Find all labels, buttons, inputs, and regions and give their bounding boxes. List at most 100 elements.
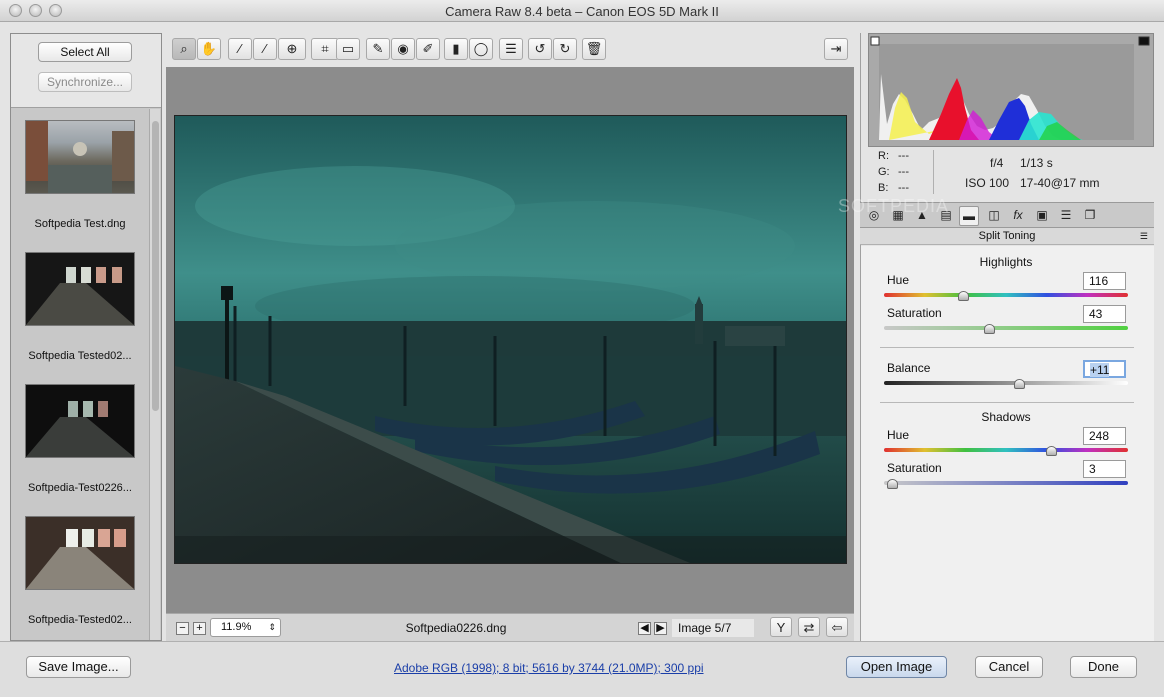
shadows-hue-slider-thumb[interactable]: [1046, 446, 1057, 456]
balance-slider[interactable]: [884, 381, 1128, 385]
camera-calibration-tab-icon[interactable]: ▣: [1032, 206, 1052, 226]
panel-title-text: Split Toning: [978, 230, 1036, 242]
highlights-saturation-field[interactable]: 43: [1083, 305, 1126, 323]
select-all-button[interactable]: Select All: [38, 42, 132, 62]
filmstrip-thumbnail[interactable]: [25, 252, 135, 326]
shadows-hue-label: Hue: [887, 428, 910, 442]
shadows-hue-slider[interactable]: [884, 448, 1128, 452]
targeted-adjustment-tool-icon[interactable]: ⊕: [278, 38, 306, 60]
white-balance-tool-icon[interactable]: ⁄: [228, 38, 252, 60]
spot-removal-tool-icon[interactable]: ✎: [366, 38, 390, 60]
iso-value: ISO 100: [965, 176, 1010, 190]
rotate-right-icon[interactable]: ↻: [553, 38, 577, 60]
zoom-out-button[interactable]: −: [176, 622, 189, 635]
highlights-saturation-slider[interactable]: [884, 326, 1128, 330]
highlights-hue-slider-thumb[interactable]: [958, 291, 969, 301]
tool-bar: ⌕ ✋ ⁄ ⁄ ⊕ ⌗ ▭ ✎ ◉ ✐ ▮ ◯ ☰ ↺ ↻ 🗑 ⇥: [166, 33, 854, 67]
arcade-image: [26, 253, 134, 325]
done-button[interactable]: Done: [1070, 656, 1137, 678]
watermark-text: SOFTPEDIA: [838, 196, 950, 216]
next-image-button[interactable]: ▶: [654, 622, 667, 635]
fullscreen-icon[interactable]: ⇥: [824, 38, 848, 60]
filmstrip-thumbnail[interactable]: [25, 120, 135, 194]
delete-icon[interactable]: 🗑: [582, 38, 606, 60]
zoom-tool-icon[interactable]: ⌕: [172, 38, 196, 60]
blue-readout-label: B:: [878, 182, 889, 194]
zoom-level-select[interactable]: 11.9% ⇕: [210, 618, 281, 637]
filmstrip-thumbnail[interactable]: [25, 516, 135, 590]
highlights-hue-label: Hue: [887, 273, 910, 287]
panel-menu-icon[interactable]: ☰: [1140, 228, 1148, 244]
balance-value: +11: [1090, 363, 1110, 377]
camera-raw-window: Camera Raw 8.4 beta – Canon EOS 5D Mark …: [0, 0, 1164, 697]
preferences-tool-icon[interactable]: ☰: [499, 38, 523, 60]
red-readout-label: R:: [878, 150, 889, 162]
previous-image-button[interactable]: ◀: [638, 622, 651, 635]
save-image-button[interactable]: Save Image...: [26, 656, 131, 678]
shadows-saturation-slider-thumb[interactable]: [887, 479, 898, 489]
panel-title: Split Toning ☰: [860, 228, 1154, 245]
adjustment-brush-tool-icon[interactable]: ✐: [416, 38, 440, 60]
green-readout-value: ---: [898, 166, 909, 178]
straighten-tool-icon[interactable]: ▭: [336, 38, 360, 60]
title-bar: Camera Raw 8.4 beta – Canon EOS 5D Mark …: [0, 0, 1164, 22]
red-readout-value: ---: [898, 150, 909, 162]
radial-filter-tool-icon[interactable]: ◯: [469, 38, 493, 60]
highlights-hue-slider[interactable]: [884, 293, 1128, 297]
aperture-value: f/4: [990, 156, 1004, 170]
thumbnail-label: Softpedia-Tested02...: [28, 614, 132, 626]
before-after-icon[interactable]: Y: [770, 617, 792, 637]
balance-label: Balance: [887, 361, 931, 375]
open-image-button[interactable]: Open Image: [846, 656, 947, 678]
green-readout-label: G:: [878, 166, 890, 178]
shutter-value: 1/13 s: [1020, 156, 1053, 170]
color-sampler-tool-icon[interactable]: ⁄: [253, 38, 277, 60]
snapshots-tab-icon[interactable]: ❐: [1080, 206, 1100, 226]
shadows-header: Shadows: [981, 410, 1031, 424]
arcade-bright-image: [26, 517, 134, 589]
rotate-left-icon[interactable]: ↺: [528, 38, 552, 60]
filmstrip-panel: Select All Synchronize... Softpedia Test…: [10, 33, 162, 641]
histogram-graph: [870, 36, 1150, 140]
window-title: Camera Raw 8.4 beta – Canon EOS 5D Mark …: [445, 4, 719, 19]
balance-field[interactable]: +11: [1083, 360, 1126, 378]
shadows-saturation-slider[interactable]: [884, 481, 1128, 485]
swap-settings-icon[interactable]: ⇄: [798, 617, 820, 637]
preview-photo: [174, 115, 847, 564]
shadows-saturation-field[interactable]: 3: [1083, 460, 1126, 478]
venice-canal-image: [26, 121, 134, 193]
synchronize-button[interactable]: Synchronize...: [38, 72, 132, 92]
hand-tool-icon[interactable]: ✋: [197, 38, 221, 60]
thumbnail-label: Softpedia Tested02...: [28, 350, 132, 362]
shadows-hue-field[interactable]: 248: [1083, 427, 1126, 445]
effects-tab-icon[interactable]: fx: [1008, 206, 1028, 226]
stepper-icon: ⇕: [268, 622, 276, 632]
filmstrip-scrollbar[interactable]: [149, 109, 160, 640]
cancel-button[interactable]: Cancel: [975, 656, 1043, 678]
graduated-filter-tool-icon[interactable]: ▮: [444, 38, 468, 60]
balance-slider-thumb[interactable]: [1014, 379, 1025, 389]
red-eye-tool-icon[interactable]: ◉: [391, 38, 415, 60]
highlights-saturation-slider-thumb[interactable]: [984, 324, 995, 334]
split-toning-tab-icon[interactable]: ▬: [959, 206, 979, 226]
highlights-header: Highlights: [979, 255, 1033, 269]
highlights-hue-field[interactable]: 116: [1083, 272, 1126, 290]
presets-tab-icon[interactable]: ☰: [1056, 206, 1076, 226]
venice-gondolas-image: [175, 116, 846, 563]
workflow-options-link[interactable]: Adobe RGB (1998); 8 bit; 5616 by 3744 (2…: [394, 661, 704, 675]
thumbnail-label: Softpedia-Test0226...: [28, 482, 132, 494]
preview-status-bar: − + 11.9% ⇕ Softpedia0226.dng ◀ ▶ Image …: [166, 613, 854, 641]
shadows-saturation-label: Saturation: [887, 461, 942, 475]
histogram: [868, 33, 1154, 147]
blue-readout-value: ---: [898, 182, 909, 194]
copy-settings-icon[interactable]: ⇦: [826, 617, 848, 637]
lens-corrections-tab-icon[interactable]: ◫: [984, 206, 1004, 226]
current-filename: Softpedia0226.dng: [405, 621, 507, 635]
zoom-in-button[interactable]: +: [193, 622, 206, 635]
crop-tool-icon[interactable]: ⌗: [311, 38, 339, 60]
scrollbar-thumb[interactable]: [152, 121, 159, 411]
highlights-saturation-label: Saturation: [887, 306, 942, 320]
filmstrip-thumbnail[interactable]: [25, 384, 135, 458]
filmstrip-header: Select All Synchronize...: [11, 34, 161, 108]
section-divider: [880, 347, 1134, 348]
